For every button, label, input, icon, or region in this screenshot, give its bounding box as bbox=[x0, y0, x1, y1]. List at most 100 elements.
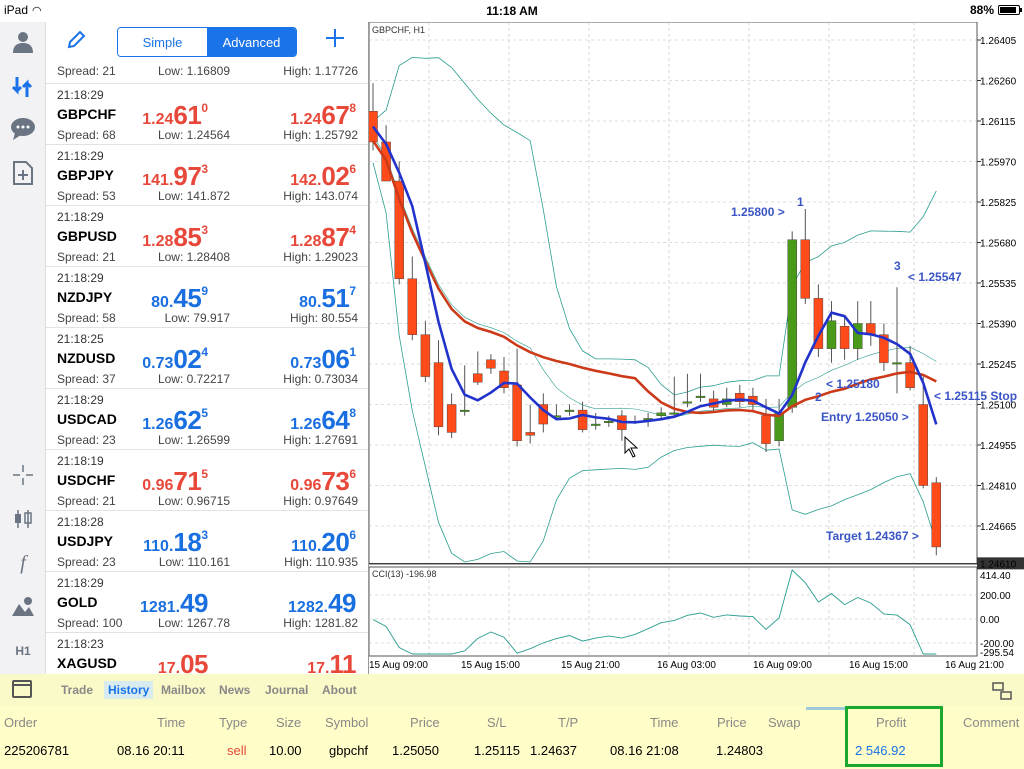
objects-icon[interactable] bbox=[8, 592, 38, 622]
ask-price[interactable]: 142.026 bbox=[290, 161, 356, 192]
quote-row-xagusd[interactable]: 21:18:23 XAGUSD 17.05 17.11 bbox=[46, 633, 368, 674]
quote-row-gold[interactable]: 21:18:29 GOLD 1281.49 1282.49 Spread: 100 Low… bbox=[46, 572, 368, 633]
col-header-type[interactable]: Type bbox=[219, 715, 247, 730]
ask-price[interactable]: 0.73061 bbox=[290, 344, 356, 375]
quote-low: Low: 1.24564 bbox=[157, 128, 230, 142]
bid-price-prefix: 80. bbox=[151, 294, 174, 311]
quotes-panel: Simple Advanced Spread: 21 Low: 1.16809 … bbox=[46, 22, 368, 674]
ask-price[interactable]: 80.517 bbox=[299, 283, 356, 314]
mode-advanced-button[interactable]: Advanced bbox=[207, 28, 296, 56]
edit-pencil-icon[interactable] bbox=[66, 30, 86, 56]
bid-price[interactable]: 80.459 bbox=[151, 283, 208, 314]
tab-news[interactable]: News bbox=[219, 683, 250, 697]
ask-price[interactable]: 0.96736 bbox=[290, 466, 356, 497]
bid-price[interactable]: 1.26625 bbox=[142, 405, 208, 436]
ask-price[interactable]: 1.28874 bbox=[290, 222, 356, 253]
ask-price[interactable]: 1.24678 bbox=[290, 100, 356, 131]
ask-price[interactable]: 1282.49 bbox=[288, 588, 356, 619]
col-header-close-time[interactable]: Time bbox=[650, 715, 678, 730]
candle-body bbox=[525, 432, 535, 436]
bid-price[interactable]: 1281.49 bbox=[140, 588, 208, 619]
quote-time: 21:18:19 bbox=[57, 454, 104, 468]
col-header-symbol[interactable]: Symbol bbox=[325, 715, 368, 730]
layout-icon[interactable] bbox=[992, 682, 1012, 705]
chart-area[interactable]: GBPCHF, H1 1.26405 1.26260 1.26115 1.25970 1.… bbox=[368, 22, 1024, 674]
chart-annotation: 1 bbox=[797, 195, 804, 209]
bid-price[interactable]: 0.96715 bbox=[142, 466, 208, 497]
bid-price[interactable]: 141.973 bbox=[142, 161, 208, 192]
calendar-icon[interactable] bbox=[12, 680, 32, 698]
function-icon[interactable]: f bbox=[8, 548, 38, 578]
col-header-tp[interactable]: T/P bbox=[558, 715, 578, 730]
ask-price-big: 11 bbox=[329, 649, 357, 674]
quote-time: 21:18:29 bbox=[57, 210, 104, 224]
cell-type: sell bbox=[227, 743, 247, 758]
tab-trade[interactable]: Trade bbox=[61, 683, 93, 697]
ask-price-prefix: 17. bbox=[307, 660, 330, 674]
quote-row-gbpjpy[interactable]: 21:18:29 GBPJPY 141.973 142.026 Spread: 53 Lo… bbox=[46, 145, 368, 206]
tab-history[interactable]: History bbox=[104, 681, 154, 699]
y-tick-label: 1.25970 bbox=[980, 158, 1017, 169]
ask-price-prefix: 1.24 bbox=[290, 111, 322, 128]
tab-mailbox[interactable]: Mailbox bbox=[161, 683, 206, 697]
cell-symbol: gbpchf bbox=[329, 743, 369, 758]
candle-body bbox=[905, 362, 915, 388]
tab-journal[interactable]: Journal bbox=[265, 683, 308, 697]
candle-body bbox=[590, 423, 601, 426]
quote-row-nzdjpy[interactable]: 21:18:29 NZDJPY 80.459 80.517 Spread: 58 Low:… bbox=[46, 267, 368, 328]
col-header-sl[interactable]: S/L bbox=[487, 715, 507, 730]
cell-size: 10.00 bbox=[269, 743, 302, 758]
ask-price-big: 06 bbox=[321, 344, 350, 374]
candle-body bbox=[695, 395, 706, 398]
bid-price-pip: 5 bbox=[201, 406, 208, 420]
quote-row-gbpusd[interactable]: 21:18:29 GBPUSD 1.28853 1.28874 Spread: 21 Lo… bbox=[46, 206, 368, 267]
bid-price[interactable]: 0.73024 bbox=[142, 344, 208, 375]
crosshair-icon[interactable] bbox=[8, 460, 38, 490]
candle-body bbox=[656, 412, 666, 416]
quote-row-gbpchf[interactable]: 21:18:29 GBPCHF 1.24610 1.24678 Spread: 68 Lo… bbox=[46, 84, 368, 145]
bid-price-big: 45 bbox=[173, 283, 202, 313]
ask-price[interactable]: 110.206 bbox=[291, 527, 356, 558]
add-symbol-button[interactable] bbox=[324, 25, 346, 56]
ask-price-big: 64 bbox=[321, 405, 350, 435]
battery-percent: 88% bbox=[969, 3, 994, 17]
quote-row-usdcad[interactable]: 21:18:29 USDCAD 1.26625 1.26648 Spread: 23 Lo… bbox=[46, 389, 368, 450]
status-right: 88% bbox=[969, 3, 1022, 17]
y-tick-label: 1.25390 bbox=[980, 320, 1017, 331]
candle-body bbox=[446, 404, 457, 433]
mode-simple-button[interactable]: Simple bbox=[118, 28, 207, 56]
chart-symbol-label: GBPCHF, H1 bbox=[372, 25, 425, 35]
bid-price[interactable]: 17.05 bbox=[158, 649, 209, 674]
quote-row-nzdusd[interactable]: 21:18:25 NZDUSD 0.73024 0.73061 Spread: 37 Lo… bbox=[46, 328, 368, 389]
candlestick-icon[interactable] bbox=[8, 504, 38, 534]
timeframe-button[interactable]: H1 bbox=[8, 636, 38, 666]
col-header-time[interactable]: Time bbox=[157, 715, 185, 730]
col-header-order[interactable]: Order bbox=[4, 715, 37, 730]
chart-annotation: Target 1.24367 > bbox=[826, 529, 919, 543]
trade-arrows-icon[interactable] bbox=[8, 72, 38, 102]
bid-price[interactable]: 110.183 bbox=[143, 527, 208, 558]
ask-price[interactable]: 1.26648 bbox=[290, 405, 356, 436]
chat-icon[interactable] bbox=[8, 114, 38, 144]
quote-row-usdjpy[interactable]: 21:18:28 USDJPY 110.183 110.206 Spread: 23 Lo… bbox=[46, 511, 368, 572]
new-document-icon[interactable] bbox=[8, 158, 38, 188]
bid-price[interactable]: 1.28853 bbox=[142, 222, 208, 253]
quote-spread: Spread: 21 bbox=[57, 64, 116, 78]
ask-price-prefix: 1.26 bbox=[290, 416, 322, 433]
col-header-comment[interactable]: Comment bbox=[963, 715, 1019, 730]
quote-row-usdchf[interactable]: 21:18:19 USDCHF 0.96715 0.96736 Spread: 21 Lo… bbox=[46, 450, 368, 511]
col-header-price[interactable]: Price bbox=[410, 715, 440, 730]
quote-symbol: USDJPY bbox=[57, 533, 114, 549]
quote-spread: Spread: 37 bbox=[57, 372, 116, 386]
bid-price[interactable]: 1.24610 bbox=[142, 100, 208, 131]
ask-price-prefix: 0.73 bbox=[290, 355, 322, 372]
ask-price[interactable]: 17.11 bbox=[307, 649, 356, 674]
bid-price-prefix: 141. bbox=[142, 172, 174, 189]
tab-about[interactable]: About bbox=[322, 683, 357, 697]
account-icon[interactable] bbox=[8, 26, 38, 56]
col-header-size[interactable]: Size bbox=[276, 715, 301, 730]
col-header-swap[interactable]: Swap bbox=[768, 715, 801, 730]
col-header-close-price[interactable]: Price bbox=[717, 715, 747, 730]
quote-row-partial[interactable]: Spread: 21 Low: 1.16809 High: 1.17726 bbox=[46, 62, 368, 84]
price-chart[interactable]: GBPCHF, H1 1.26405 1.26260 1.26115 1.25970 1.… bbox=[369, 22, 1024, 674]
